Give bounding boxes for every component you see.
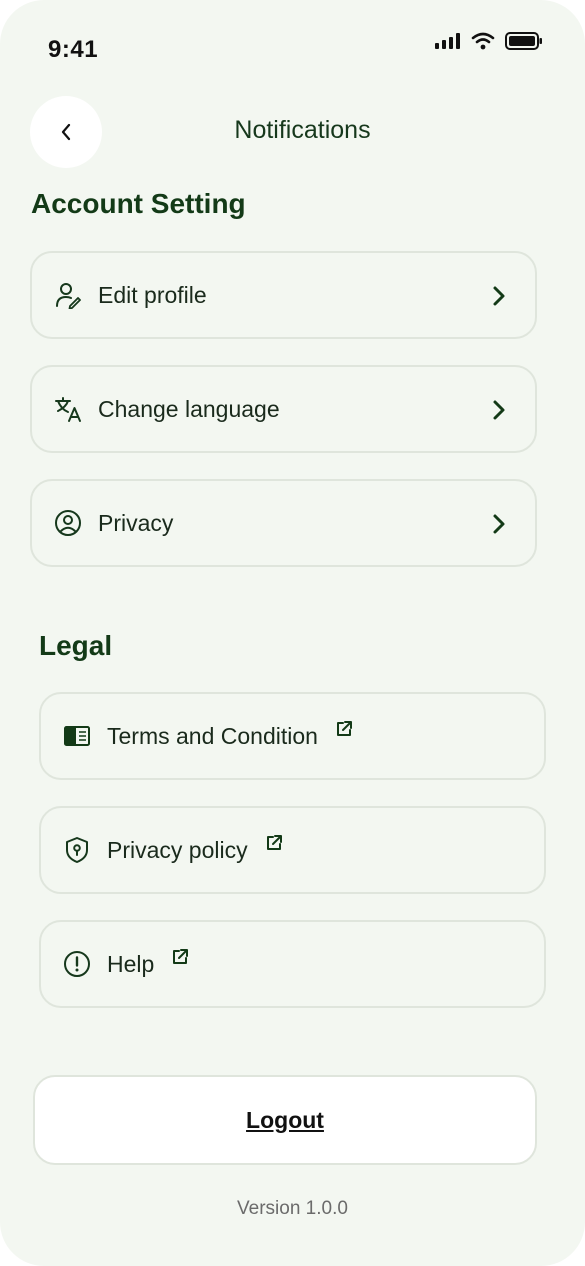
change-language-item[interactable]: Change language <box>30 365 537 453</box>
chevron-right-icon <box>493 514 505 534</box>
signal-icon <box>435 33 460 49</box>
version-text: Version 1.0.0 <box>237 1198 348 1219</box>
external-link-icon <box>336 721 352 736</box>
help-item[interactable]: Help <box>39 920 546 1008</box>
legal-section-title: Legal <box>39 630 113 661</box>
external-link-icon <box>173 949 189 964</box>
chevron-right-icon <box>493 400 505 420</box>
page-title: Notifications <box>234 116 371 144</box>
battery-icon <box>505 32 542 50</box>
info-circle-icon <box>63 950 91 978</box>
external-link-icon <box>266 835 282 850</box>
shield-icon <box>63 836 91 864</box>
account-section-title: Account Setting <box>31 188 246 219</box>
privacy-label: Privacy <box>98 509 174 536</box>
wifi-icon <box>471 32 495 50</box>
help-label: Help <box>107 950 155 977</box>
edit-profile-item[interactable]: Edit profile <box>30 251 537 339</box>
status-time: 9:41 <box>48 36 99 63</box>
chevron-right-icon <box>493 286 505 306</box>
status-icons <box>435 32 543 50</box>
document-icon <box>63 722 91 750</box>
translate-icon <box>54 395 82 423</box>
user-circle-icon <box>54 509 82 537</box>
privacy-policy-item[interactable]: Privacy policy <box>39 806 546 894</box>
terms-label: Terms and Condition <box>107 722 318 749</box>
privacy-item[interactable]: Privacy <box>30 479 537 567</box>
user-edit-icon <box>54 281 82 309</box>
phone-screen: 9:41 Notifications Account Setting Edit … <box>0 0 585 1266</box>
change-language-label: Change language <box>98 395 280 422</box>
status-bar: 9:41 <box>0 0 585 90</box>
logout-button[interactable]: Logout <box>33 1075 537 1165</box>
edit-profile-label: Edit profile <box>98 281 207 308</box>
privacy-policy-label: Privacy policy <box>107 836 248 863</box>
terms-item[interactable]: Terms and Condition <box>39 692 546 780</box>
